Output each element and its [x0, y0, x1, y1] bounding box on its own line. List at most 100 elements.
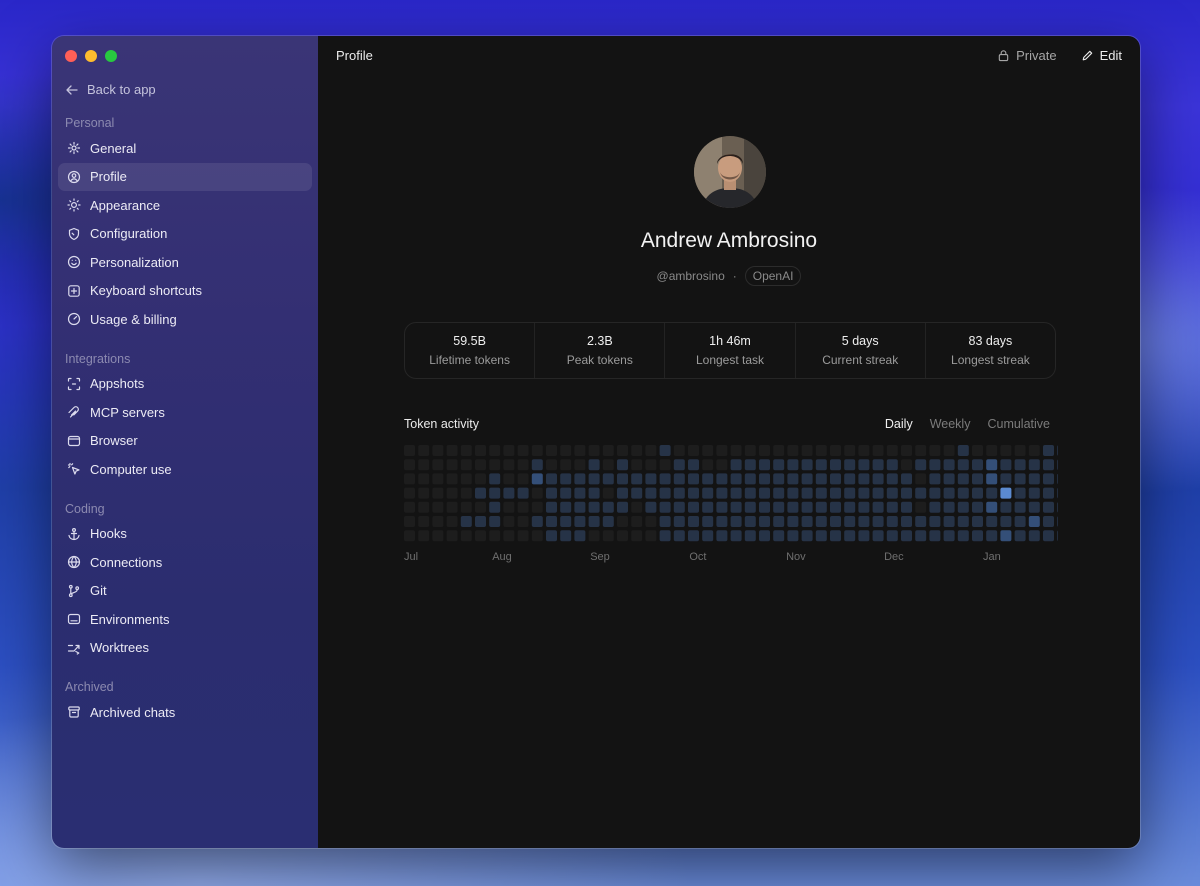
sidebar-item-profile[interactable]: Profile: [58, 162, 312, 191]
heatmap-cell[interactable]: [489, 530, 501, 542]
heatmap-cell[interactable]: [929, 530, 941, 542]
heatmap-cell[interactable]: [475, 473, 486, 485]
sidebar-item-appshots[interactable]: Appshots: [58, 370, 312, 399]
heatmap-cell[interactable]: [460, 473, 472, 485]
heatmap-cell[interactable]: [972, 487, 983, 499]
heatmap-cell[interactable]: [1057, 459, 1058, 470]
heatmap-cell[interactable]: [773, 501, 785, 513]
heatmap-cell[interactable]: [886, 487, 898, 499]
heatmap-cell[interactable]: [475, 487, 486, 499]
heatmap-cell[interactable]: [531, 473, 543, 485]
heatmap-cell[interactable]: [801, 459, 813, 471]
heatmap-cell[interactable]: [1057, 502, 1058, 513]
heatmap-cell[interactable]: [688, 459, 699, 471]
heatmap-cell[interactable]: [446, 516, 458, 527]
heatmap-cell[interactable]: [617, 516, 628, 527]
heatmap-cell[interactable]: [659, 487, 671, 499]
heatmap-cell[interactable]: [503, 445, 515, 456]
heatmap-cell[interactable]: [688, 487, 699, 499]
heatmap-cell[interactable]: [787, 530, 799, 542]
heatmap-cell[interactable]: [844, 473, 856, 485]
heatmap-cell[interactable]: [673, 487, 685, 499]
heatmap-cell[interactable]: [1014, 473, 1026, 485]
heatmap-cell[interactable]: [1014, 459, 1026, 471]
heatmap-cell[interactable]: [702, 445, 714, 456]
heatmap-cell[interactable]: [943, 516, 955, 527]
heatmap-cell[interactable]: [943, 530, 955, 542]
heatmap-cell[interactable]: [517, 445, 529, 456]
heatmap-cell[interactable]: [418, 459, 430, 471]
heatmap-cell[interactable]: [418, 445, 430, 456]
sidebar-item-computer-use[interactable]: Computer use: [58, 455, 312, 484]
heatmap-cell[interactable]: [787, 459, 799, 471]
heatmap-cell[interactable]: [787, 487, 799, 499]
heatmap-cell[interactable]: [460, 445, 472, 456]
heatmap-cell[interactable]: [475, 516, 486, 527]
heatmap-cell[interactable]: [588, 445, 600, 456]
heatmap-cell[interactable]: [688, 530, 699, 542]
heatmap-cell[interactable]: [503, 516, 515, 527]
heatmap-cell[interactable]: [787, 473, 799, 485]
heatmap-cell[interactable]: [858, 516, 870, 527]
privacy-toggle[interactable]: Private: [997, 48, 1057, 63]
heatmap-cell[interactable]: [858, 530, 870, 542]
heatmap-cell[interactable]: [915, 516, 927, 527]
heatmap-cell[interactable]: [531, 445, 543, 456]
heatmap-cell[interactable]: [432, 487, 444, 499]
zoom-window-button[interactable]: [105, 50, 117, 62]
heatmap-cell[interactable]: [716, 530, 728, 542]
heatmap-cell[interactable]: [986, 473, 998, 485]
heatmap-cell[interactable]: [972, 445, 983, 456]
heatmap-cell[interactable]: [759, 459, 770, 471]
heatmap-cell[interactable]: [645, 530, 657, 542]
heatmap-cell[interactable]: [773, 473, 785, 485]
heatmap-cell[interactable]: [1043, 445, 1054, 456]
heatmap-cell[interactable]: [1014, 445, 1026, 456]
heatmap-cell[interactable]: [901, 459, 912, 471]
heatmap-cell[interactable]: [418, 501, 430, 513]
heatmap-cell[interactable]: [659, 501, 671, 513]
heatmap-cell[interactable]: [915, 445, 927, 456]
sidebar-item-environments[interactable]: Environments: [58, 605, 312, 634]
heatmap-cell[interactable]: [730, 445, 742, 456]
heatmap-cell[interactable]: [588, 530, 600, 542]
heatmap-cell[interactable]: [957, 445, 969, 456]
heatmap-cell[interactable]: [602, 459, 614, 471]
heatmap-cell[interactable]: [886, 516, 898, 527]
heatmap-cell[interactable]: [986, 501, 998, 513]
heatmap-cell[interactable]: [517, 459, 529, 471]
heatmap-cell[interactable]: [574, 473, 586, 485]
heatmap-cell[interactable]: [688, 501, 699, 513]
sidebar-item-personalization[interactable]: Personalization: [58, 248, 312, 277]
heatmap-cell[interactable]: [432, 459, 444, 471]
heatmap-cell[interactable]: [659, 459, 671, 471]
heatmap-cell[interactable]: [631, 501, 643, 513]
heatmap-cell[interactable]: [645, 516, 657, 527]
heatmap-cell[interactable]: [602, 487, 614, 499]
heatmap-cell[interactable]: [1014, 501, 1026, 513]
heatmap-cell[interactable]: [1000, 487, 1012, 499]
heatmap-cell[interactable]: [688, 516, 699, 527]
heatmap-cell[interactable]: [560, 501, 572, 513]
heatmap-cell[interactable]: [815, 459, 827, 471]
heatmap-cell[interactable]: [645, 501, 657, 513]
heatmap-cell[interactable]: [716, 487, 728, 499]
heatmap-cell[interactable]: [858, 459, 870, 471]
heatmap-cell[interactable]: [901, 501, 912, 513]
heatmap-cell[interactable]: [915, 487, 927, 499]
heatmap-cell[interactable]: [404, 487, 415, 499]
heatmap-cell[interactable]: [943, 445, 955, 456]
heatmap-cell[interactable]: [929, 516, 941, 527]
heatmap-cell[interactable]: [759, 487, 770, 499]
heatmap-cell[interactable]: [546, 473, 557, 485]
heatmap-cell[interactable]: [489, 445, 501, 456]
heatmap-cell[interactable]: [531, 516, 543, 527]
heatmap-cell[interactable]: [460, 501, 472, 513]
heatmap-cell[interactable]: [830, 501, 841, 513]
tab-daily[interactable]: Daily: [885, 417, 913, 431]
heatmap-cell[interactable]: [730, 530, 742, 542]
heatmap-cell[interactable]: [1043, 501, 1054, 513]
tab-cumulative[interactable]: Cumulative: [987, 417, 1050, 431]
heatmap-cell[interactable]: [943, 459, 955, 471]
heatmap-cell[interactable]: [915, 473, 927, 485]
